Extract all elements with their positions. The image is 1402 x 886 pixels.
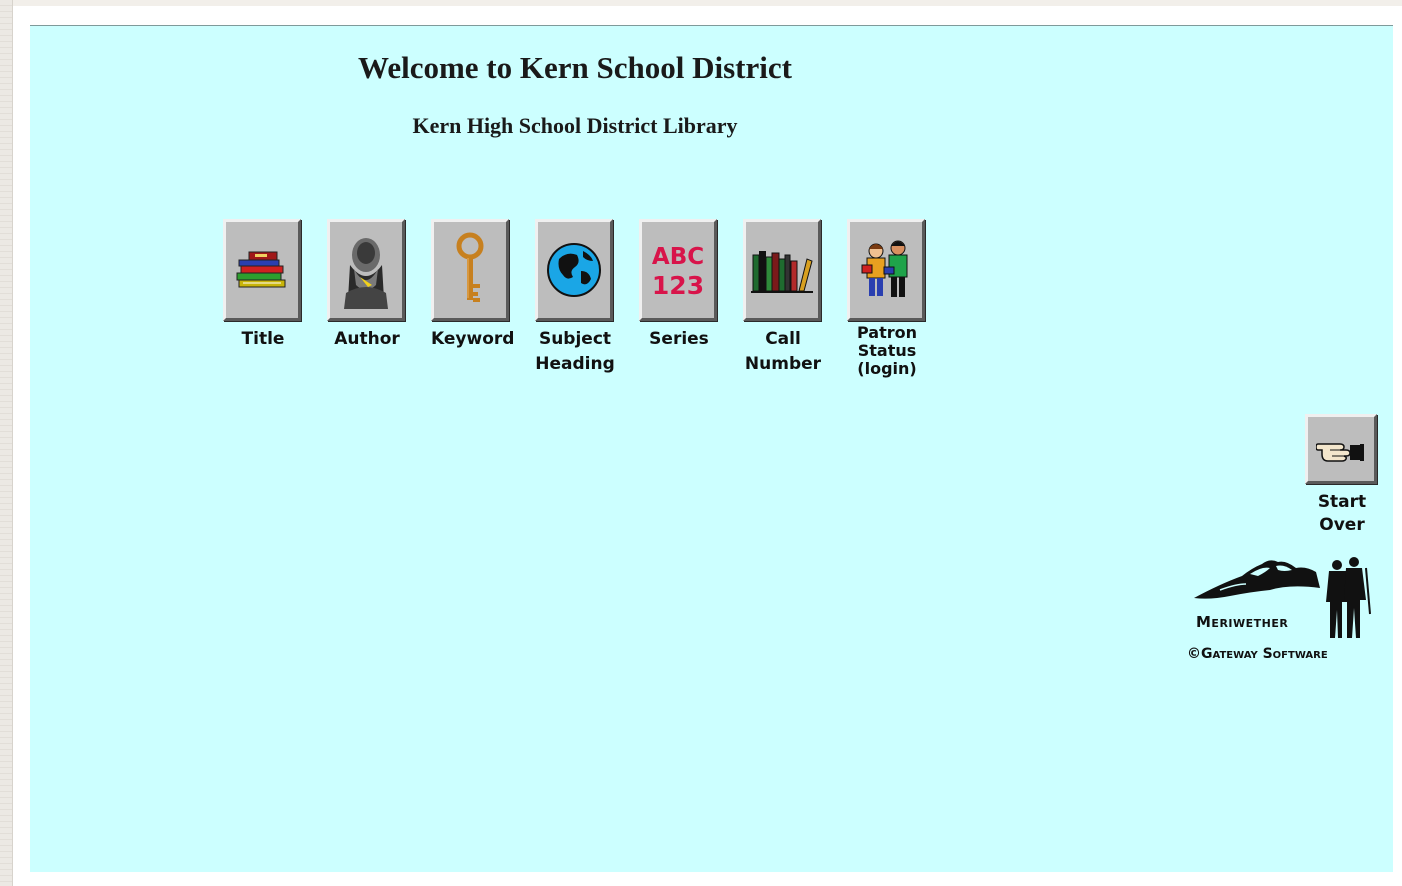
author-search-button[interactable]: Author <box>327 219 407 352</box>
gateway-software-copyright: ©Gateway Software <box>1187 646 1328 662</box>
patron-status-button[interactable]: Patron Status (login) <box>847 219 927 378</box>
meriwether-wordmark: Meriwether <box>1196 613 1289 631</box>
stacked-books-icon <box>236 251 286 288</box>
abc-123-icon: ABC 123 <box>652 244 704 300</box>
author-portrait-icon <box>344 238 388 309</box>
author-button-face[interactable] <box>327 219 405 321</box>
page-title: Welcome to Kern School District <box>358 50 792 85</box>
start-over-button-face[interactable] <box>1305 414 1377 484</box>
subject-heading-search-label[interactable]: Subject Heading <box>535 327 615 377</box>
keyword-search-button[interactable]: Keyword <box>431 219 514 352</box>
key-icon <box>456 232 484 302</box>
series-button-face[interactable]: ABC 123 <box>639 219 717 321</box>
title-button-face[interactable] <box>223 219 301 321</box>
patron-status-button-face[interactable] <box>847 219 925 321</box>
title-search-button[interactable]: Title <box>223 219 303 352</box>
svg-text:123: 123 <box>652 271 704 300</box>
call-number-button-face[interactable] <box>743 219 821 321</box>
library-name: Kern High School District Library <box>412 113 738 138</box>
series-search-button[interactable]: ABC 123 Series <box>639 219 719 352</box>
patron-status-label[interactable]: Patron Status (login) <box>847 324 927 378</box>
catalog-page: Welcome to Kern School District Kern Hig… <box>30 25 1393 872</box>
series-search-label[interactable]: Series <box>639 327 719 352</box>
author-search-label[interactable]: Author <box>327 327 407 352</box>
globe-icon <box>547 243 601 297</box>
subject-heading-search-button[interactable]: Subject Heading <box>535 219 615 377</box>
svg-text:ABC: ABC <box>652 244 704 270</box>
start-over-label[interactable]: Start Over <box>1305 491 1379 537</box>
subject-heading-button-face[interactable] <box>535 219 613 321</box>
patrons-icon <box>861 240 908 297</box>
call-number-search-label[interactable]: Call Number <box>743 327 823 377</box>
keyword-search-label[interactable]: Keyword <box>431 327 514 352</box>
title-search-label[interactable]: Title <box>223 327 303 352</box>
pointing-hand-icon <box>1316 443 1364 462</box>
window-left-edge <box>0 0 13 886</box>
call-number-search-button[interactable]: Call Number <box>743 219 823 377</box>
window-top-edge <box>0 0 1402 6</box>
shelf-books-icon <box>751 251 813 293</box>
meriwether-logo: Meriwether ©Gateway Software <box>1180 554 1376 662</box>
keyword-button-face[interactable] <box>431 219 509 321</box>
start-over-button[interactable]: Start Over <box>1305 414 1379 537</box>
